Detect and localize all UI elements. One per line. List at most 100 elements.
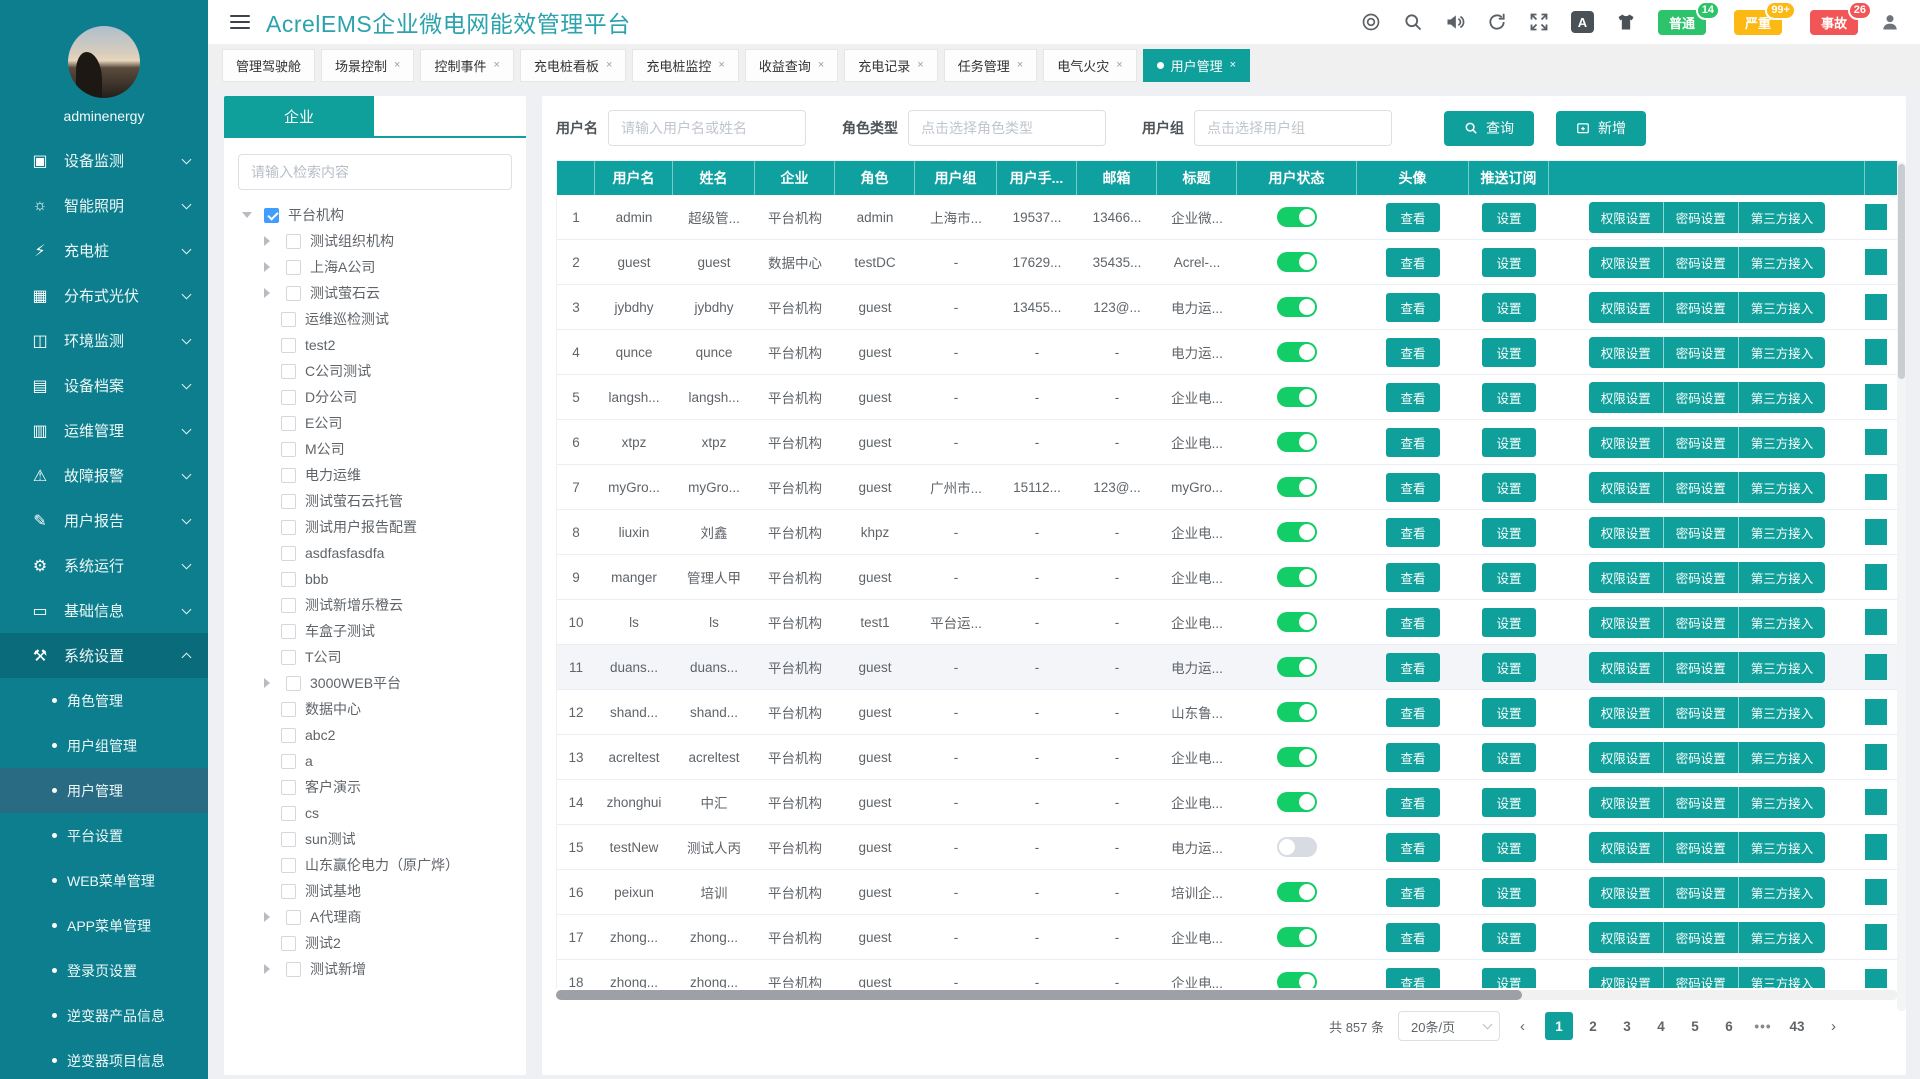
permission-setting-button[interactable]: 权限设置 [1589, 787, 1663, 818]
search-button[interactable]: 查询 [1444, 111, 1534, 146]
view-avatar-button[interactable]: 查看 [1386, 293, 1439, 322]
tree-node[interactable]: T公司 [230, 644, 526, 670]
clipped-action-button[interactable] [1865, 699, 1887, 725]
tab[interactable]: 充电记录 × [844, 49, 937, 82]
tree-checkbox[interactable] [286, 286, 301, 301]
expand-arrow-icon[interactable] [264, 236, 270, 246]
user-status-toggle[interactable] [1277, 882, 1317, 902]
sidebar-item[interactable]: ⚒ 系统设置 [0, 633, 208, 678]
expand-arrow-icon[interactable] [264, 288, 270, 298]
user-profile-icon[interactable] [1880, 12, 1900, 32]
password-setting-button[interactable]: 密码设置 [1663, 562, 1738, 593]
tree-checkbox[interactable] [286, 260, 301, 275]
password-setting-button[interactable]: 密码设置 [1663, 247, 1738, 278]
prev-page-button[interactable]: ‹ [1514, 1018, 1531, 1035]
clipped-action-button[interactable] [1865, 789, 1887, 815]
tree-node[interactable]: C公司测试 [230, 358, 526, 384]
expand-arrow-icon[interactable] [264, 912, 270, 922]
tree-checkbox[interactable] [281, 442, 296, 457]
tree-checkbox[interactable] [286, 910, 301, 925]
clipped-action-button[interactable] [1865, 384, 1887, 410]
close-icon[interactable]: × [818, 59, 824, 71]
page-button[interactable]: 1 [1545, 1012, 1573, 1040]
tree-checkbox[interactable] [281, 754, 296, 769]
tree-node[interactable]: 测试组织机构 [230, 228, 526, 254]
tree-checkbox[interactable] [286, 234, 301, 249]
tree-node[interactable]: 测试用户报告配置 [230, 514, 526, 540]
page-size-select[interactable]: 20条/页 [1398, 1011, 1500, 1041]
third-party-button[interactable]: 第三方接入 [1738, 292, 1826, 323]
tree-checkbox[interactable] [281, 312, 296, 327]
third-party-button[interactable]: 第三方接入 [1738, 382, 1826, 413]
view-avatar-button[interactable]: 查看 [1386, 788, 1439, 817]
user-status-toggle[interactable] [1277, 477, 1317, 497]
tree-checkbox[interactable] [281, 806, 296, 821]
push-setting-button[interactable]: 设置 [1482, 383, 1535, 412]
tab[interactable]: 控制事件 × [420, 49, 513, 82]
sidebar-item[interactable]: ▣ 设备监测 [0, 138, 208, 183]
third-party-button[interactable]: 第三方接入 [1738, 922, 1826, 953]
third-party-button[interactable]: 第三方接入 [1738, 472, 1826, 503]
tree-node[interactable]: 3000WEB平台 [230, 670, 526, 696]
sidebar-subitem[interactable]: 逆变器项目信息 [0, 1038, 208, 1079]
tab[interactable]: 管理驾驶舱 × [222, 49, 315, 82]
clipped-action-button[interactable] [1865, 204, 1887, 230]
close-icon[interactable]: × [1116, 59, 1122, 71]
close-icon[interactable]: × [394, 59, 400, 71]
view-avatar-button[interactable]: 查看 [1386, 608, 1439, 637]
tree-node[interactable]: test2 [230, 332, 526, 358]
sidebar-subitem[interactable]: 用户组管理 [0, 723, 208, 768]
push-setting-button[interactable]: 设置 [1482, 473, 1535, 502]
push-setting-button[interactable]: 设置 [1482, 878, 1535, 907]
tree-checkbox[interactable] [281, 390, 296, 405]
tree-node[interactable]: A代理商 [230, 904, 526, 930]
tree-node[interactable]: 测试新增乐橙云 [230, 592, 526, 618]
password-setting-button[interactable]: 密码设置 [1663, 382, 1738, 413]
third-party-button[interactable]: 第三方接入 [1738, 967, 1826, 989]
tab[interactable]: 用户管理 × [1143, 49, 1250, 82]
tab[interactable]: 收益查询 × [745, 49, 838, 82]
page-button[interactable]: 5 [1681, 1012, 1709, 1040]
view-avatar-button[interactable]: 查看 [1386, 203, 1439, 232]
tree-checkbox[interactable] [281, 650, 296, 665]
tree-checkbox[interactable] [281, 364, 296, 379]
tree-checkbox[interactable] [281, 546, 296, 561]
clipped-action-button[interactable] [1865, 744, 1887, 770]
vertical-scrollbar-thumb[interactable] [1898, 164, 1905, 379]
tree-node[interactable]: 测试2 [230, 930, 526, 956]
permission-setting-button[interactable]: 权限设置 [1589, 742, 1663, 773]
avatar[interactable] [68, 26, 140, 98]
password-setting-button[interactable]: 密码设置 [1663, 472, 1738, 503]
tab[interactable]: 充电桩看板 × [520, 49, 626, 82]
permission-setting-button[interactable]: 权限设置 [1589, 247, 1663, 278]
tree-checkbox[interactable] [281, 624, 296, 639]
user-status-toggle[interactable] [1277, 792, 1317, 812]
password-setting-button[interactable]: 密码设置 [1663, 202, 1738, 233]
tree-node[interactable]: cs [230, 800, 526, 826]
tree-node[interactable]: 测试新增 [230, 956, 526, 982]
user-status-toggle[interactable] [1277, 522, 1317, 542]
tree-checkbox[interactable] [286, 676, 301, 691]
sidebar-subitem[interactable]: 登录页设置 [0, 948, 208, 993]
tab[interactable]: 电气火灾 × [1043, 49, 1136, 82]
refresh-icon[interactable] [1487, 12, 1507, 32]
third-party-button[interactable]: 第三方接入 [1738, 832, 1826, 863]
push-setting-button[interactable]: 设置 [1482, 338, 1535, 367]
user-status-toggle[interactable] [1277, 837, 1317, 857]
view-avatar-button[interactable]: 查看 [1386, 518, 1439, 547]
page-button[interactable]: 6 [1715, 1012, 1743, 1040]
push-setting-button[interactable]: 设置 [1482, 923, 1535, 952]
tab-enterprise[interactable]: 企业 [224, 96, 374, 136]
sidebar-item[interactable]: ▤ 设备档案 [0, 363, 208, 408]
alarm-badge[interactable]: 事故 26 [1810, 10, 1858, 35]
permission-setting-button[interactable]: 权限设置 [1589, 607, 1663, 638]
password-setting-button[interactable]: 密码设置 [1663, 607, 1738, 638]
clipped-action-button[interactable] [1865, 654, 1887, 680]
third-party-button[interactable]: 第三方接入 [1738, 742, 1826, 773]
tree-node[interactable]: 客户演示 [230, 774, 526, 800]
password-setting-button[interactable]: 密码设置 [1663, 742, 1738, 773]
tree-checkbox[interactable] [281, 572, 296, 587]
clipped-action-button[interactable] [1865, 429, 1887, 455]
tree-checkbox[interactable] [281, 702, 296, 717]
password-setting-button[interactable]: 密码设置 [1663, 877, 1738, 908]
